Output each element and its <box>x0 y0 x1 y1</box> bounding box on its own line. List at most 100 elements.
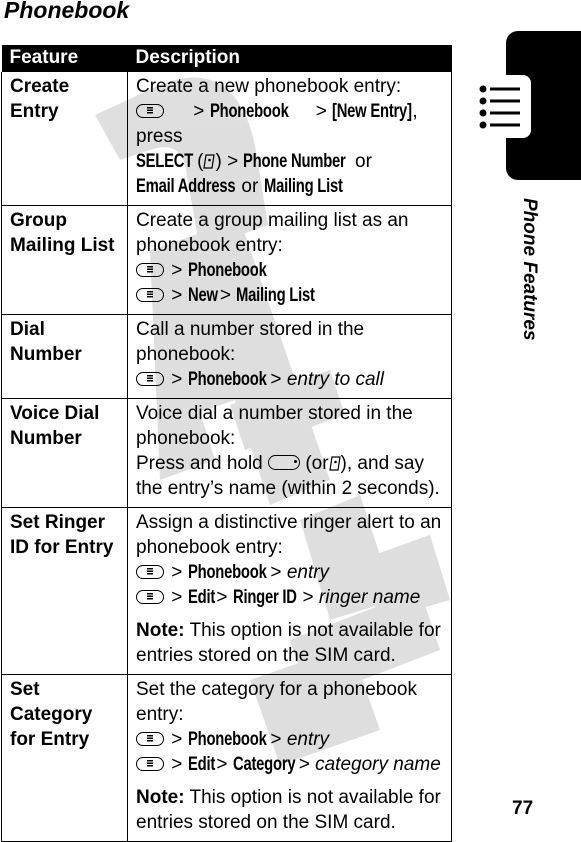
header-description: Description <box>127 45 452 72</box>
menu-command: New <box>187 285 218 306</box>
menu-path: > Phonebook > entry <box>136 560 445 585</box>
table-row: Voice Dial Number Voice dial a number st… <box>1 398 452 508</box>
path-separator: > <box>227 151 239 172</box>
description-intro: Voice dial a number stored in the phoneb… <box>136 403 413 449</box>
path-separator: > <box>219 285 231 306</box>
table-row: Group Mailing List Create a group mailin… <box>1 205 452 315</box>
menu-key-icon <box>136 372 164 386</box>
instruction-part: Press and hold <box>136 453 263 474</box>
voice-key-icon <box>268 455 301 470</box>
menu-path: > Edit> Ringer ID > ringer name <box>136 585 445 610</box>
feature-name: Group Mailing List <box>1 205 128 315</box>
menu-path: > Phonebook > entry to call <box>136 367 445 392</box>
note: Note: This option is not available for e… <box>136 618 445 668</box>
path-separator: > <box>315 101 327 122</box>
table-row: Set Ringer ID for Entry Assign a distinc… <box>1 507 452 675</box>
feature-description: Create a new phonebook entry: > Phoneboo… <box>127 72 452 206</box>
menu-command: Ringer ID <box>232 587 297 608</box>
instruction-text: Press and hold (or), and say the entry’s… <box>136 451 445 501</box>
feature-name: Voice Dial Number <box>1 398 128 508</box>
path-separator: > <box>298 754 310 775</box>
menu-command: Phonebook <box>187 260 267 281</box>
path-separator: > <box>216 754 228 775</box>
table-row: Dial Number Call a number stored in the … <box>1 314 452 399</box>
menu-path: > Phonebook > entry <box>136 727 445 752</box>
description-intro: Assign a distinctive ringer alert to an … <box>136 512 442 558</box>
menu-path: > New > Mailing List <box>136 283 445 308</box>
feature-name: Set Category for Entry <box>1 674 128 842</box>
feature-name: Create Entry <box>1 72 128 206</box>
menu-key-icon <box>136 565 164 579</box>
path-separator: > <box>171 285 183 306</box>
page-number: 77 <box>512 798 534 819</box>
feature-description: Assign a distinctive ringer alert to an … <box>127 507 452 675</box>
menu-key-icon <box>136 590 164 604</box>
instruction-part: (or <box>305 453 329 474</box>
feature-description: Set the category for a phonebook entry: … <box>127 674 452 842</box>
menu-command: Edit <box>187 587 215 608</box>
note-label: Note: <box>136 620 185 641</box>
feature-description: Create a group mailing list as an phoneb… <box>127 205 452 315</box>
phonebook-feature-table: Feature Description Create Entry Create … <box>1 45 452 842</box>
menu-key-icon <box>136 288 164 302</box>
menu-command: Mailing List <box>263 176 343 197</box>
path-separator: > <box>171 754 183 775</box>
paren: ) <box>215 151 222 172</box>
path-separator: > <box>270 562 282 583</box>
menu-item-placeholder: entry <box>286 729 330 750</box>
soft-key-icon <box>203 151 216 169</box>
menu-command: Phonebook <box>187 369 267 390</box>
menu-item-placeholder: ringer name <box>318 587 421 608</box>
menu-command: Phonebook <box>187 562 267 583</box>
path-separator: > <box>171 260 183 281</box>
feature-description: Voice dial a number stored in the phoneb… <box>127 398 452 508</box>
menu-command: Category <box>232 754 296 775</box>
menu-path: > Phonebook > [New Entry], press <box>136 99 445 149</box>
feature-name: Dial Number <box>1 314 128 399</box>
menu-command: Mailing List <box>236 285 315 306</box>
path-separator: > <box>216 587 228 608</box>
table-header-row: Feature Description <box>1 45 452 72</box>
path-separator: > <box>171 587 183 608</box>
menu-path: SELECT() > Phone Number or <box>136 149 445 174</box>
note: Note: This option is not available for e… <box>136 785 445 835</box>
menu-command: Phone Number <box>243 151 347 172</box>
menu-command: Email Address <box>136 176 236 197</box>
menu-command: Phonebook <box>209 101 289 122</box>
list-icon <box>479 85 520 129</box>
menu-key-icon <box>136 732 164 746</box>
page-title: Phonebook <box>4 0 130 23</box>
menu-item-placeholder: entry to call <box>286 369 384 390</box>
menu-path: > Edit> Category > category name <box>136 752 445 777</box>
instruction-text: or <box>355 151 372 172</box>
menu-item-placeholder: entry <box>286 562 330 583</box>
menu-path: > Phonebook <box>136 258 445 283</box>
soft-key-icon <box>328 453 341 471</box>
description-intro: Create a group mailing list as an phoneb… <box>136 210 409 256</box>
path-separator: > <box>171 729 183 750</box>
table-row: Create Entry Create a new phonebook entr… <box>1 72 452 206</box>
feature-description: Call a number stored in the phonebook: >… <box>127 314 452 399</box>
description-intro: Call a number stored in the phonebook: <box>136 319 365 365</box>
menu-command: SELECT <box>136 151 194 172</box>
note-label: Note: <box>136 787 185 808</box>
path-separator: > <box>302 587 314 608</box>
menu-path: Email Address or Mailing List <box>136 174 445 199</box>
description-intro: Create a new phonebook entry: <box>136 76 402 97</box>
path-separator: > <box>171 562 183 583</box>
menu-command: Phonebook <box>187 729 267 750</box>
menu-key-icon <box>136 757 164 771</box>
section-label: Phone Features <box>519 198 540 341</box>
path-separator: > <box>171 369 183 390</box>
description-intro: Set the category for a phonebook entry: <box>136 679 417 725</box>
feature-name: Set Ringer ID for Entry <box>1 507 128 675</box>
menu-item-placeholder: category name <box>315 754 441 775</box>
header-feature: Feature <box>1 45 128 72</box>
table-row: Set Category for Entry Set the category … <box>1 674 452 842</box>
menu-key-icon <box>136 104 164 118</box>
menu-key-icon <box>136 263 164 277</box>
menu-command: Edit <box>187 754 215 775</box>
instruction-text: or <box>241 176 259 197</box>
path-separator: > <box>193 101 205 122</box>
path-separator: > <box>270 729 282 750</box>
